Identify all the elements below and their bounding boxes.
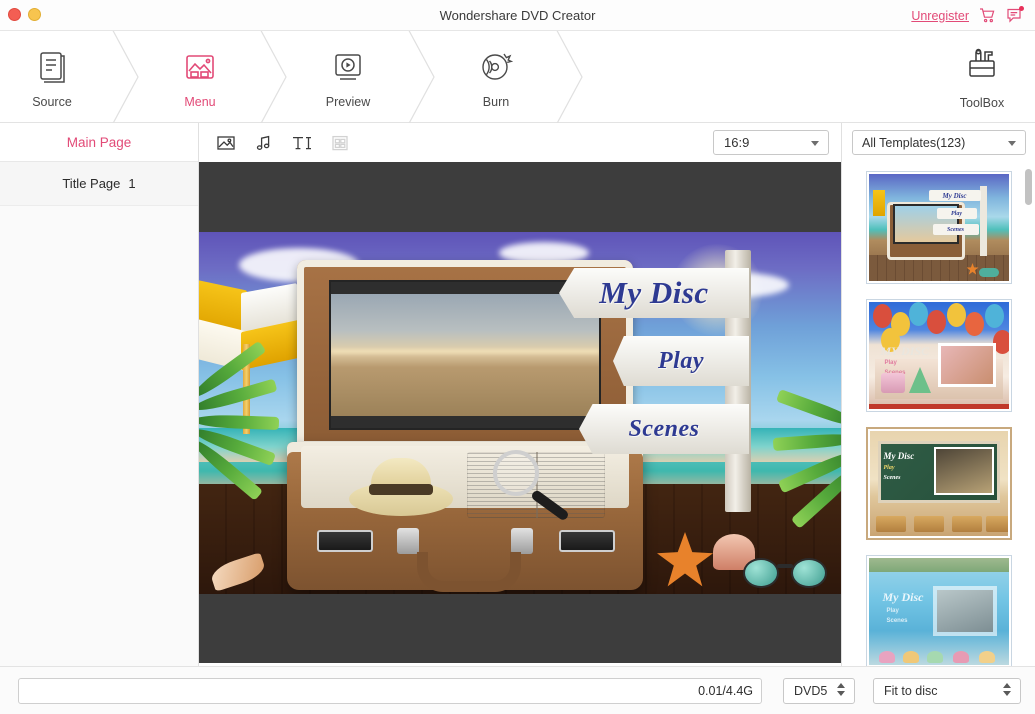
- template-item-classroom-blackboard[interactable]: My Disc Play Scenes: [865, 427, 1012, 540]
- template-panel: All Templates(123) My Disc Play Scenes M…: [841, 123, 1035, 666]
- sidebar-empty-area: [0, 207, 198, 666]
- quality-select[interactable]: Fit to disc: [873, 678, 1021, 704]
- sidebar-item-label: Title Page: [62, 176, 121, 191]
- notification-badge: [1019, 6, 1024, 11]
- suitcase-latch-right: [559, 530, 615, 552]
- suitcase-clasp-right: [511, 528, 533, 554]
- disc-usage-label: 0.01/4.4G: [698, 684, 753, 698]
- editor-toolbar: 16:9: [199, 123, 841, 162]
- template-list-scrollbar[interactable]: [1025, 169, 1032, 205]
- step-divider: [252, 31, 296, 123]
- title-bar: Wondershare DVD Creator Unregister: [0, 0, 1035, 31]
- menu-scenes-text: Scenes: [628, 415, 700, 442]
- unregister-link[interactable]: Unregister: [911, 9, 969, 23]
- sidebar-item-number: 1: [128, 176, 136, 191]
- template-thumbnail: My Disc Play Scenes: [868, 174, 1009, 281]
- toolbox-label: ToolBox: [959, 96, 1005, 110]
- menu-title-text: My Disc: [599, 275, 709, 310]
- disc-type-select[interactable]: DVD5: [783, 678, 855, 704]
- menu-preview-image[interactable]: My Disc Play Scenes: [199, 232, 841, 594]
- straw-hat: [349, 456, 453, 516]
- titlebar-actions: Unregister: [911, 0, 1024, 31]
- nav-step-menu[interactable]: Menu: [148, 31, 252, 123]
- app-window: Wondershare DVD Creator Unregister Sourc…: [0, 0, 1035, 714]
- template-filter-value: All Templates(123): [862, 135, 966, 150]
- sidebar-header-main-page[interactable]: Main Page: [0, 123, 198, 162]
- suitcase-latch-left: [317, 530, 373, 552]
- template-title-text: My Disc: [883, 451, 915, 461]
- template-item-underwater-ocean[interactable]: My Disc Play Scenes: [865, 555, 1012, 666]
- sunglasses: [743, 556, 827, 590]
- template-play-text: Play: [884, 360, 897, 366]
- step-divider: [104, 31, 148, 123]
- step-list: Source Menu Preview Burn: [0, 31, 592, 123]
- template-scenes-text: Scenes: [883, 475, 901, 481]
- shopping-cart-icon[interactable]: [979, 7, 996, 24]
- chevron-down-icon: [811, 141, 819, 146]
- chevron-down-icon: [1008, 141, 1016, 146]
- nav-step-source-label: Source: [32, 94, 72, 109]
- template-title-text: MY DISC: [880, 344, 930, 358]
- toolbox-icon: [963, 44, 1001, 87]
- menu-play-text: Play: [658, 347, 704, 374]
- aspect-ratio-value: 16:9: [724, 135, 750, 150]
- documents-icon: [35, 46, 69, 86]
- quality-value: Fit to disc: [884, 684, 938, 698]
- nav-step-source[interactable]: Source: [0, 31, 104, 123]
- template-item-birthday-balloons[interactable]: MY DISC Play Scenes: [865, 299, 1012, 412]
- main-navigation: Source Menu Preview Burn ToolBox: [0, 31, 1035, 123]
- menu-play-sign[interactable]: Play: [613, 336, 749, 386]
- template-title-text: My Disc: [882, 590, 924, 604]
- step-divider: [400, 31, 444, 123]
- app-title: Wondershare DVD Creator: [439, 8, 596, 23]
- nav-step-menu-label: Menu: [184, 94, 216, 109]
- sidebar-item-title-page[interactable]: Title Page 1: [0, 162, 198, 206]
- template-thumbnail: My Disc Play Scenes: [868, 558, 1009, 665]
- status-bar: 0.01/4.4G DVD5 Fit to disc: [0, 666, 1035, 714]
- template-list[interactable]: My Disc Play Scenes MY DISC Play My Disc…: [842, 165, 1035, 666]
- aspect-ratio-select[interactable]: 16:9: [713, 130, 829, 155]
- disc-type-value: DVD5: [794, 684, 828, 698]
- background-image-icon[interactable]: [215, 132, 237, 154]
- suitcase-clasp-left: [397, 528, 419, 554]
- menu-scenes-sign[interactable]: Scenes: [579, 404, 749, 454]
- menu-canvas[interactable]: My Disc Play Scenes: [199, 162, 841, 663]
- disc-capacity-bar: 0.01/4.4G: [18, 678, 762, 704]
- template-play-text: Play: [883, 465, 895, 471]
- template-scenes-text: Scenes: [886, 618, 908, 624]
- sidebar-header-label: Main Page: [66, 134, 132, 150]
- template-title-text: My Disc: [942, 191, 967, 200]
- toolbox-button[interactable]: ToolBox: [939, 31, 1025, 123]
- suitcase-handle: [417, 552, 521, 592]
- nav-step-burn-label: Burn: [482, 94, 510, 109]
- template-play-text: Play: [886, 608, 899, 614]
- message-bubble-icon[interactable]: [1006, 6, 1024, 24]
- template-scenes-text: Scenes: [947, 226, 964, 233]
- nav-step-burn[interactable]: Burn: [444, 31, 548, 123]
- background-music-icon[interactable]: [253, 132, 275, 154]
- template-thumbnail: MY DISC Play Scenes: [868, 302, 1009, 409]
- editor-tool-group: [215, 132, 351, 154]
- nav-step-preview[interactable]: Preview: [296, 31, 400, 123]
- nav-step-preview-label: Preview: [325, 94, 371, 109]
- template-item-beach-suitcase[interactable]: My Disc Play Scenes: [865, 171, 1012, 284]
- step-divider: [548, 31, 592, 123]
- page-sidebar: Main Page Title Page 1: [0, 123, 199, 666]
- menu-title-sign[interactable]: My Disc: [559, 268, 749, 318]
- picture-frame-icon: [183, 46, 217, 86]
- template-play-text: Play: [951, 210, 962, 217]
- template-filter-select[interactable]: All Templates(123): [852, 130, 1026, 155]
- thumbnail-grid-icon[interactable]: [329, 132, 351, 154]
- disc-burn-icon: [479, 46, 513, 86]
- stepper-arrows-icon: [1003, 683, 1011, 696]
- stepper-arrows-icon: [837, 683, 845, 696]
- magnifier-glass: [493, 450, 539, 496]
- play-monitor-icon: [331, 46, 365, 86]
- template-thumbnail: My Disc Play Scenes: [869, 431, 1008, 536]
- signpost-group: My Disc Play Scenes: [559, 250, 795, 512]
- text-tool-icon[interactable]: [291, 132, 313, 154]
